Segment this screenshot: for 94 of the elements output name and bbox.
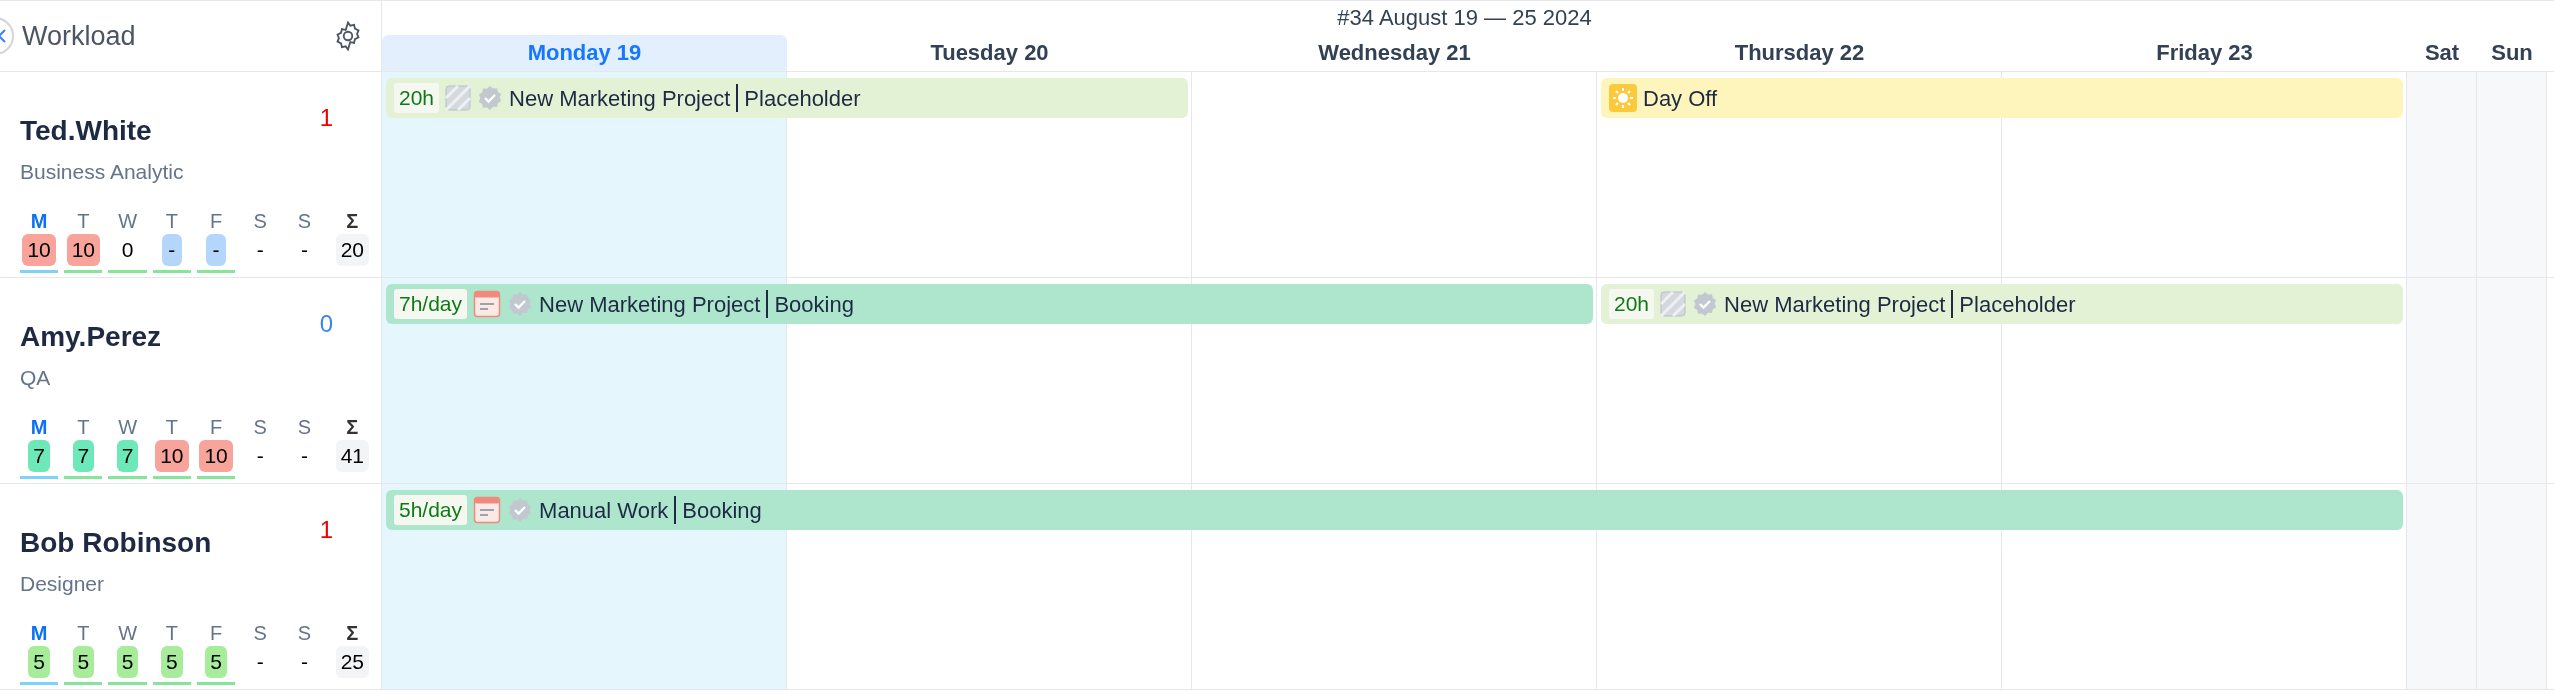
day-letter: S	[253, 208, 267, 234]
placeholder-bar[interactable]: 20h New Marketing Project Placeholder	[1601, 284, 2403, 324]
day-letter: M	[30, 620, 48, 646]
conflict-count: 0	[319, 309, 333, 339]
day-hours: -	[300, 648, 309, 675]
day-hours: 5	[28, 645, 50, 678]
day-letter: F	[209, 208, 223, 234]
week-title: #34 August 19 — 25 2024	[1336, 4, 1593, 32]
day-hours: 10	[66, 233, 101, 266]
day-header[interactable]: Sat	[2407, 35, 2477, 71]
person-role: Business Analytic	[20, 159, 185, 185]
check-badge-icon	[507, 497, 534, 523]
day-letter: T	[165, 620, 178, 646]
day-hours: 7	[116, 439, 139, 472]
bar-type: Placeholder	[1959, 290, 2076, 319]
day-hours: 10	[199, 439, 233, 472]
hours-tag: 20h	[1609, 289, 1655, 319]
person-name[interactable]: Amy.Perez	[20, 316, 162, 358]
striped-square-icon	[445, 85, 472, 111]
person-name[interactable]: Ted.White	[20, 110, 152, 152]
day-letter: S	[297, 414, 312, 440]
day-hours: 10	[155, 439, 189, 472]
day-hours: 5	[160, 645, 183, 678]
total-hours: 41	[335, 439, 369, 472]
bar-label: New Marketing Project	[1724, 290, 1946, 319]
check-badge-icon	[1692, 291, 1719, 317]
day-hours: -	[161, 233, 182, 266]
day-letter: T	[77, 620, 90, 646]
day-hours: -	[300, 236, 309, 263]
day-letter: T	[165, 414, 178, 440]
day-letter: S	[297, 208, 312, 234]
bar-label: Manual Work	[539, 496, 669, 525]
day-hours: -	[206, 233, 227, 266]
conflict-count: 1	[319, 103, 333, 133]
day-hours: -	[255, 648, 265, 675]
day-letter: F	[209, 620, 223, 646]
bar-label: New Marketing Project	[539, 290, 761, 319]
total-hours: 25	[335, 645, 369, 678]
day-hours: -	[300, 442, 309, 469]
hours-tag: 5h/day	[394, 495, 468, 525]
booking-bar[interactable]: 5h/day Manual Work Booking	[386, 490, 2403, 530]
day-header[interactable]: Friday 23	[2002, 35, 2407, 71]
sun-icon	[1609, 84, 1637, 112]
calendar-icon	[473, 290, 502, 318]
bar-label: Day Off	[1643, 84, 1718, 113]
bar-type: Booking	[774, 290, 854, 319]
day-hours: 5	[116, 645, 139, 678]
sum-icon: Σ	[346, 207, 359, 234]
day-header[interactable]: Monday 19	[382, 35, 787, 71]
day-letter: S	[297, 620, 312, 646]
day-letter: T	[77, 414, 90, 440]
day-letter: T	[165, 208, 178, 234]
day-off-bar[interactable]: Day Off	[1601, 78, 2403, 118]
bar-label: New Marketing Project	[509, 84, 731, 113]
day-hours: 5	[205, 645, 227, 678]
bar-type: Placeholder	[744, 84, 861, 113]
day-header[interactable]: Thursday 22	[1597, 35, 2002, 71]
sum-icon: Σ	[346, 413, 359, 440]
conflict-count: 1	[319, 515, 333, 545]
sum-icon: Σ	[346, 619, 359, 646]
hours-tag: 7h/day	[394, 289, 468, 319]
bar-type: Booking	[682, 496, 762, 525]
day-letter: W	[118, 414, 138, 440]
calendar-icon	[473, 496, 502, 524]
person-name[interactable]: Bob Robinson	[20, 522, 212, 564]
day-hours: 5	[72, 645, 95, 678]
day-letter: M	[30, 208, 48, 234]
day-letter: S	[253, 620, 267, 646]
day-hours: 7	[28, 439, 50, 472]
chevron-icon	[0, 29, 6, 43]
day-hours: -	[255, 442, 265, 469]
sidebar-title: Workload	[22, 19, 136, 53]
check-badge-icon	[477, 85, 504, 111]
day-letter: T	[77, 208, 90, 234]
placeholder-bar[interactable]: 20h New Marketing Project Placeholder	[386, 78, 1188, 118]
striped-square-icon	[1660, 291, 1687, 317]
check-badge-icon	[507, 291, 534, 317]
person-role: QA	[20, 365, 52, 391]
day-letter: M	[30, 414, 48, 440]
total-hours: 20	[335, 233, 369, 266]
day-letter: W	[118, 620, 138, 646]
hours-tag: 20h	[394, 83, 440, 113]
day-hours: 10	[22, 233, 56, 266]
person-role: Designer	[20, 571, 106, 597]
day-header[interactable]: Tuesday 20	[787, 35, 1192, 71]
booking-bar[interactable]: 7h/day New Marketing Project Booking	[386, 284, 1593, 324]
day-letter: S	[253, 414, 267, 440]
day-hours: -	[255, 236, 265, 263]
day-letter: F	[209, 414, 223, 440]
day-hours: 0	[120, 236, 135, 263]
day-header[interactable]: Wednesday 21	[1192, 35, 1597, 71]
day-hours: 7	[72, 439, 95, 472]
day-header[interactable]: Sun	[2477, 35, 2547, 71]
day-letter: W	[118, 208, 138, 234]
